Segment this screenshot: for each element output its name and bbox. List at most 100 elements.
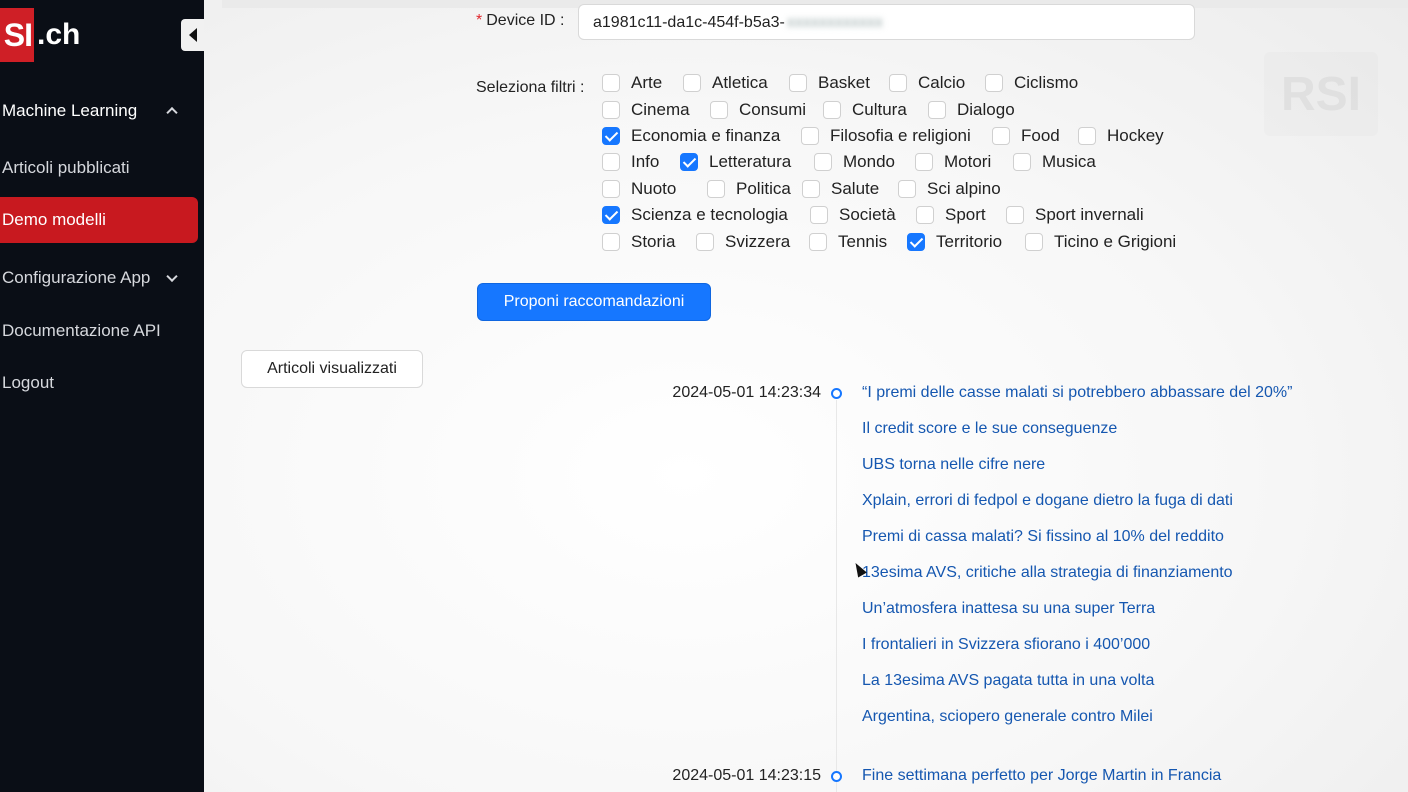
filter-checkbox[interactable]: Cultura	[823, 100, 907, 120]
article-link[interactable]: UBS torna nelle cifre nere	[862, 456, 1045, 474]
checkbox-icon[interactable]	[602, 74, 620, 92]
filter-checkbox[interactable]: Food	[992, 126, 1060, 146]
sidebar-item-label: Demo modelli	[2, 210, 106, 229]
checkbox-icon[interactable]	[823, 101, 841, 119]
checkbox-icon[interactable]	[602, 153, 620, 171]
filter-checkbox[interactable]: Storia	[602, 232, 675, 252]
articoli-visualizzati-button[interactable]: Articoli visualizzati	[241, 350, 423, 388]
sidebar-collapse-button[interactable]	[181, 19, 204, 51]
filter-checkbox[interactable]: Mondo	[814, 152, 895, 172]
checkbox-icon[interactable]	[1006, 206, 1024, 224]
filter-checkbox[interactable]: Dialogo	[928, 100, 1015, 120]
timeline-dot-icon	[831, 771, 842, 782]
filter-checkbox[interactable]: Filosofia e religioni	[801, 126, 971, 146]
timeline-dot-icon	[831, 388, 842, 399]
filter-checkbox[interactable]: Territorio	[907, 232, 1002, 252]
sidebar-group-configurazione-app[interactable]: Configurazione App	[0, 255, 198, 301]
article-link[interactable]: “I premi delle casse malati si potrebber…	[862, 384, 1292, 402]
device-id-input[interactable]: a1981c11-da1c-454f-b5a3- xxxxxxxxxxxx	[578, 4, 1195, 40]
filter-label: Basket	[818, 73, 870, 92]
checkbox-icon[interactable]	[810, 206, 828, 224]
filter-checkbox[interactable]: Basket	[789, 73, 870, 93]
checkbox-icon[interactable]	[985, 74, 1003, 92]
article-link[interactable]: I frontalieri in Svizzera sfiorano i 400…	[862, 636, 1150, 654]
filter-label: Sci alpino	[927, 179, 1001, 198]
filter-checkbox[interactable]: Info	[602, 152, 659, 172]
filter-checkbox[interactable]: Musica	[1013, 152, 1096, 172]
checkbox-icon[interactable]	[889, 74, 907, 92]
sidebar-item-label: Documentazione API	[2, 321, 161, 340]
filter-label: Arte	[631, 73, 663, 92]
checkbox-checked-icon[interactable]	[907, 233, 925, 251]
article-link[interactable]: Premi di cassa malati? Si fissino al 10%…	[862, 528, 1224, 546]
filter-checkbox[interactable]: Svizzera	[696, 232, 790, 252]
checkbox-icon[interactable]	[1025, 233, 1043, 251]
filter-checkbox[interactable]: Motori	[915, 152, 991, 172]
checkbox-icon[interactable]	[809, 233, 827, 251]
checkbox-icon[interactable]	[801, 127, 819, 145]
article-link[interactable]: Un’atmosfera inattesa su una super Terra	[862, 600, 1155, 618]
filter-checkbox[interactable]: Atletica	[683, 73, 768, 93]
checkbox-icon[interactable]	[1013, 153, 1031, 171]
filter-checkbox[interactable]: Sport	[916, 205, 986, 225]
filter-checkbox[interactable]: Cinema	[602, 100, 690, 120]
checkbox-icon[interactable]	[928, 101, 946, 119]
filter-checkbox[interactable]: Hockey	[1078, 126, 1164, 146]
filter-checkbox[interactable]: Sci alpino	[898, 179, 1001, 199]
checkbox-icon[interactable]	[602, 101, 620, 119]
filter-checkbox[interactable]: Salute	[802, 179, 879, 199]
filters-label: Seleziona filtri :	[476, 79, 585, 96]
filter-label: Food	[1021, 126, 1060, 145]
article-link[interactable]: Argentina, sciopero generale contro Mile…	[862, 708, 1153, 726]
checkbox-icon[interactable]	[814, 153, 832, 171]
checkbox-icon[interactable]	[1078, 127, 1096, 145]
filter-checkbox[interactable]: Politica	[707, 179, 791, 199]
article-link[interactable]: Xplain, errori di fedpol e dogane dietro…	[862, 492, 1233, 510]
checkbox-icon[interactable]	[898, 180, 916, 198]
rsi-logo[interactable]: SI .ch	[0, 8, 80, 62]
checkbox-checked-icon[interactable]	[602, 127, 620, 145]
filter-checkbox[interactable]: Letteratura	[680, 152, 791, 172]
filter-checkbox[interactable]: Tennis	[809, 232, 887, 252]
checkbox-icon[interactable]	[992, 127, 1010, 145]
sidebar-item-documentazione-api[interactable]: Documentazione API	[0, 308, 198, 354]
filter-label: Politica	[736, 179, 791, 198]
filter-checkbox[interactable]: Ciclismo	[985, 73, 1078, 93]
article-link[interactable]: La 13esima AVS pagata tutta in una volta	[862, 672, 1154, 690]
proponi-raccomandazioni-button[interactable]: Proponi raccomandazioni	[477, 283, 711, 321]
checkbox-icon[interactable]	[915, 153, 933, 171]
filter-label: Scienza e tecnologia	[631, 205, 788, 224]
article-link[interactable]: Fine settimana perfetto per Jorge Martin…	[862, 767, 1221, 785]
filter-label: Società	[839, 205, 896, 224]
filter-checkbox[interactable]: Arte	[602, 73, 662, 93]
checkbox-icon[interactable]	[710, 101, 728, 119]
checkbox-icon[interactable]	[916, 206, 934, 224]
checkbox-checked-icon[interactable]	[602, 206, 620, 224]
sidebar-item-articoli-pubblicati[interactable]: Articoli pubblicati	[0, 145, 198, 191]
sidebar-item-demo-modelli[interactable]: Demo modelli	[0, 197, 198, 243]
filter-checkbox[interactable]: Economia e finanza	[602, 126, 780, 146]
filter-checkbox[interactable]: Scienza e tecnologia	[602, 205, 788, 225]
checkbox-icon[interactable]	[602, 180, 620, 198]
article-link[interactable]: 13esima AVS, critiche alla strategia di …	[862, 564, 1233, 582]
filter-label: Musica	[1042, 152, 1096, 171]
filter-checkbox[interactable]: Consumi	[710, 100, 806, 120]
filter-checkbox[interactable]: Nuoto	[602, 179, 676, 199]
checkbox-icon[interactable]	[602, 233, 620, 251]
filter-label: Motori	[944, 152, 992, 171]
filter-checkbox[interactable]: Ticino e Grigioni	[1025, 232, 1176, 252]
filter-checkbox[interactable]: Società	[810, 205, 896, 225]
checkbox-icon[interactable]	[802, 180, 820, 198]
checkbox-icon[interactable]	[789, 74, 807, 92]
sidebar-item-label: Articoli pubblicati	[2, 158, 130, 177]
checkbox-icon[interactable]	[707, 180, 725, 198]
checkbox-checked-icon[interactable]	[680, 153, 698, 171]
sidebar-item-logout[interactable]: Logout	[0, 360, 198, 406]
sidebar-group-machine-learning[interactable]: Machine Learning	[0, 88, 198, 134]
caret-left-icon	[188, 28, 197, 42]
checkbox-icon[interactable]	[696, 233, 714, 251]
filter-checkbox[interactable]: Sport invernali	[1006, 205, 1144, 225]
checkbox-icon[interactable]	[683, 74, 701, 92]
article-link[interactable]: Il credit score e le sue conseguenze	[862, 420, 1117, 438]
filter-checkbox[interactable]: Calcio	[889, 73, 965, 93]
